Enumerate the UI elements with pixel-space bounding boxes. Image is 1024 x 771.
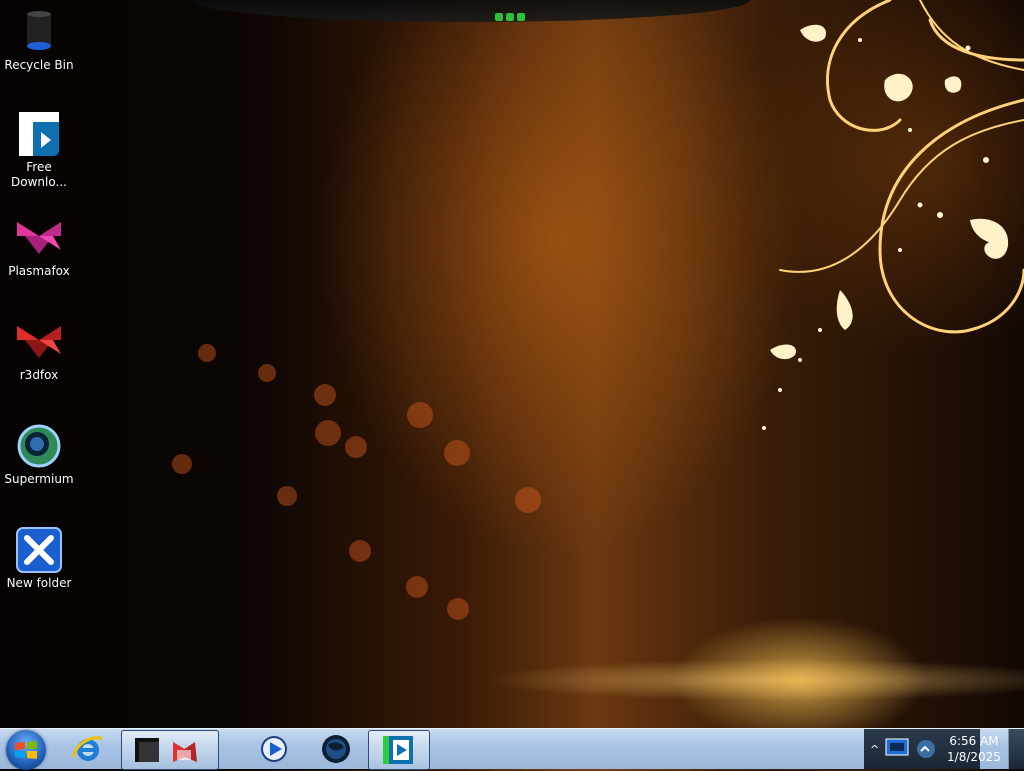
desktop-icon-free-download-manager[interactable]: Free Downlo...	[0, 110, 78, 190]
wallpaper-bokeh	[315, 420, 341, 446]
wallpaper-bokeh	[198, 344, 216, 362]
taskbar-group-terminal[interactable]	[121, 730, 219, 770]
new-folder-icon	[15, 526, 63, 574]
desktop-icon-recycle-bin[interactable]: Recycle Bin	[0, 8, 78, 73]
desktop-icon-new-folder[interactable]: New folder	[0, 526, 78, 591]
taskbar-internet-explorer[interactable]	[70, 731, 110, 767]
wallpaper-bokeh	[314, 384, 336, 406]
windows-logo-icon	[15, 741, 37, 759]
start-button[interactable]	[6, 730, 46, 770]
taskbar-free-download-manager[interactable]	[368, 730, 430, 770]
network-icon[interactable]	[884, 737, 916, 761]
recycle-bin-icon	[15, 8, 63, 56]
wallpaper-gold-swirl	[762, 0, 1024, 430]
wallpaper-bokeh	[444, 440, 470, 466]
supermium-icon	[15, 422, 63, 470]
wallpaper-bokeh	[345, 436, 367, 458]
clock-date: 1/8/2025	[947, 750, 1001, 764]
desktop-icon-label: Plasmafox	[8, 264, 70, 278]
volume-icon[interactable]	[914, 737, 938, 761]
tray-expand-button[interactable]: ^	[870, 743, 879, 756]
wallpaper-bokeh	[349, 540, 371, 562]
clock-time: 6:56 AM	[949, 734, 999, 748]
wallpaper-bokeh	[515, 487, 541, 513]
taskbar-media-player[interactable]	[256, 731, 296, 767]
desktop-icon-plasmafox[interactable]: Plasmafox	[0, 214, 78, 279]
desktop-icon-r3dfox[interactable]: r3dfox	[0, 318, 78, 383]
media-player-icon	[261, 736, 287, 762]
plasmafox-icon	[15, 214, 63, 262]
wallpaper-green-lights	[495, 6, 529, 21]
taskbar-supermium[interactable]	[318, 731, 358, 767]
desktop-icon-label: r3dfox	[19, 368, 59, 382]
free-download-manager-icon	[383, 736, 413, 764]
internet-explorer-icon	[72, 736, 103, 761]
wallpaper-bokeh	[258, 364, 276, 382]
desktop-icon-label: Free Downlo...	[11, 160, 67, 189]
desktop-icon-label: Supermium	[4, 472, 74, 486]
taskbar: ^ 6:56 AM 1/8/2025	[0, 728, 1024, 770]
desktop-icon-supermium[interactable]: Supermium	[0, 422, 78, 487]
free-download-manager-icon	[15, 110, 63, 158]
r3dfox-icon	[15, 318, 63, 366]
wallpaper-bokeh	[406, 576, 428, 598]
wallpaper-bokeh	[447, 598, 469, 620]
desktop-icon-label: Recycle Bin	[4, 58, 74, 72]
desktop-icon-label: New folder	[6, 576, 72, 590]
globe-icon	[322, 735, 350, 763]
wallpaper-bokeh	[407, 402, 433, 428]
terminal-icon	[135, 738, 197, 762]
show-desktop-button[interactable]	[1008, 729, 1024, 769]
wallpaper-bokeh	[277, 486, 297, 506]
wallpaper-top-bar	[190, 0, 750, 22]
clock[interactable]: 6:56 AM 1/8/2025	[944, 733, 1004, 765]
wallpaper-bokeh	[172, 454, 192, 474]
